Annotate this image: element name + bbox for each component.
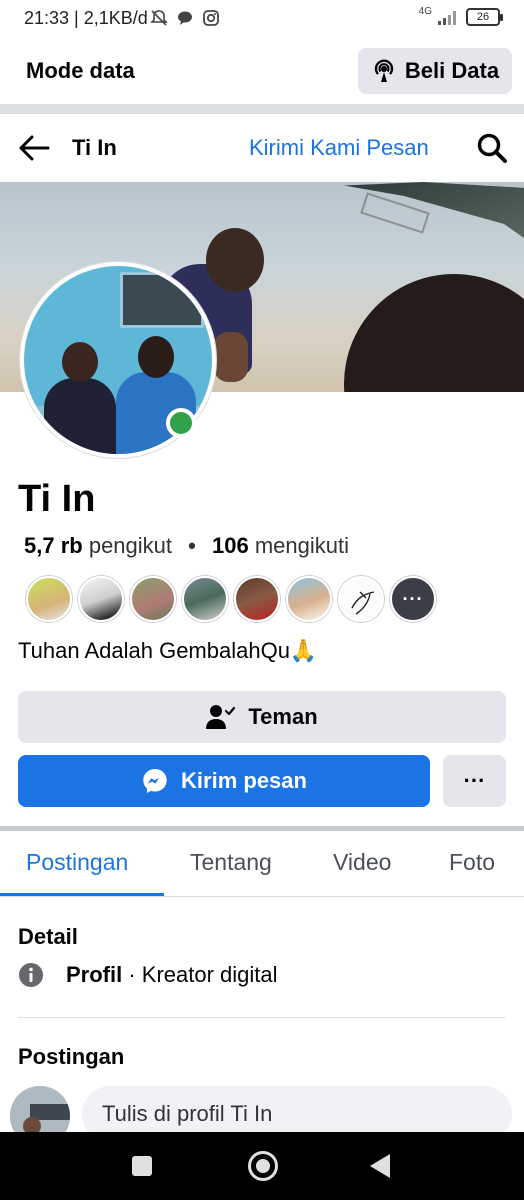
tab-video[interactable]: Video (333, 849, 391, 876)
friend-avatar[interactable] (338, 576, 384, 622)
friend-avatar[interactable] (78, 576, 124, 622)
network-type: 4G (418, 5, 432, 17)
friend-check-icon (206, 705, 236, 729)
more-options-button[interactable]: ··· (443, 755, 506, 807)
send-message-link[interactable]: Kirimi Kami Pesan (249, 135, 429, 161)
system-navigation-bar (0, 1132, 524, 1200)
posts-heading: Postingan (18, 1044, 125, 1069)
chat-bubble-icon (178, 11, 192, 25)
friends-more-button[interactable]: ··· (390, 576, 436, 622)
section-divider (0, 104, 524, 114)
details-heading: Detail (18, 924, 78, 949)
profile-nav-bar: Ti In Kirimi Kami Pesan (0, 114, 524, 182)
avatar-person (138, 336, 174, 378)
instagram-icon (203, 10, 219, 26)
more-options-label: ··· (463, 768, 486, 793)
data-mode-bar: Mode data Beli Data (0, 38, 524, 104)
profile-tabs: Postingan Tentang Video Foto (0, 831, 524, 897)
status-system-icons: 4G 26 (418, 5, 503, 26)
buy-data-label: Beli Data (404, 58, 500, 83)
avatar-person (62, 342, 98, 382)
recent-apps-icon[interactable] (132, 1156, 152, 1176)
active-tab-indicator (0, 893, 164, 896)
home-icon[interactable] (248, 1151, 278, 1181)
stats-separator: • (188, 533, 196, 558)
following-count: 106 (211, 533, 249, 558)
cover-person (206, 228, 264, 292)
followers-label: pengikut (88, 533, 173, 558)
friend-avatar[interactable] (286, 576, 332, 622)
mutual-friends-row[interactable]: ··· (26, 576, 436, 622)
broadcast-icon (374, 59, 394, 82)
status-time: 21:33 | 2,1KB/d (24, 8, 148, 28)
friends-button-label: Teman (248, 704, 318, 729)
battery-level: 26 (476, 11, 490, 23)
data-mode-title: Mode data (26, 58, 135, 83)
cover-person (214, 332, 248, 382)
online-status-dot (166, 408, 196, 438)
tab-photos[interactable]: Foto (449, 849, 495, 876)
friend-avatar[interactable] (234, 576, 280, 622)
status-notification-icons (150, 9, 220, 27)
follow-stats[interactable]: 5,7 rb pengikut • 106 mengikuti (24, 533, 349, 559)
signal-icon (438, 11, 456, 25)
friends-button[interactable]: Teman (18, 691, 506, 743)
back-icon[interactable] (370, 1154, 390, 1178)
send-message-label: Kirim pesan (181, 768, 307, 793)
cover-person (344, 274, 524, 392)
detail-profile-label: Profil (66, 962, 123, 987)
bell-off-icon (150, 10, 168, 26)
clock: 21:33 (24, 8, 70, 28)
status-bar: 21:33 | 2,1KB/d 4G 26 (0, 0, 524, 38)
search-icon[interactable] (476, 132, 508, 164)
following-label: mengikuti (254, 533, 349, 558)
detail-category: · Kreator digital (128, 962, 278, 987)
back-arrow-icon[interactable] (18, 134, 50, 162)
followers-count: 5,7 rb (24, 533, 83, 558)
network-speed: 2,1KB/d (83, 8, 148, 28)
avatar-background (120, 272, 204, 328)
friend-avatar[interactable] (26, 576, 72, 622)
messenger-icon (143, 769, 167, 793)
nav-title: Ti In (72, 135, 117, 160)
buy-data-button[interactable]: Beli Data (358, 48, 512, 94)
tab-about[interactable]: Tentang (190, 849, 272, 876)
friend-avatar-drawing (351, 591, 375, 615)
profile-bio: Tuhan Adalah GembalahQu🙏 (18, 638, 318, 663)
info-icon (19, 963, 43, 987)
battery-icon: 26 (466, 8, 503, 26)
profile-name: Ti In (18, 478, 96, 520)
friend-avatar[interactable] (182, 576, 228, 622)
divider (18, 1017, 506, 1018)
send-message-button[interactable]: Kirim pesan (18, 755, 430, 807)
tab-posts[interactable]: Postingan (26, 849, 128, 876)
avatar-person (44, 378, 116, 454)
detail-profile-row: Profil · Kreator digital (18, 962, 278, 988)
friends-more-label: ··· (402, 588, 424, 609)
friend-avatar[interactable] (130, 576, 176, 622)
